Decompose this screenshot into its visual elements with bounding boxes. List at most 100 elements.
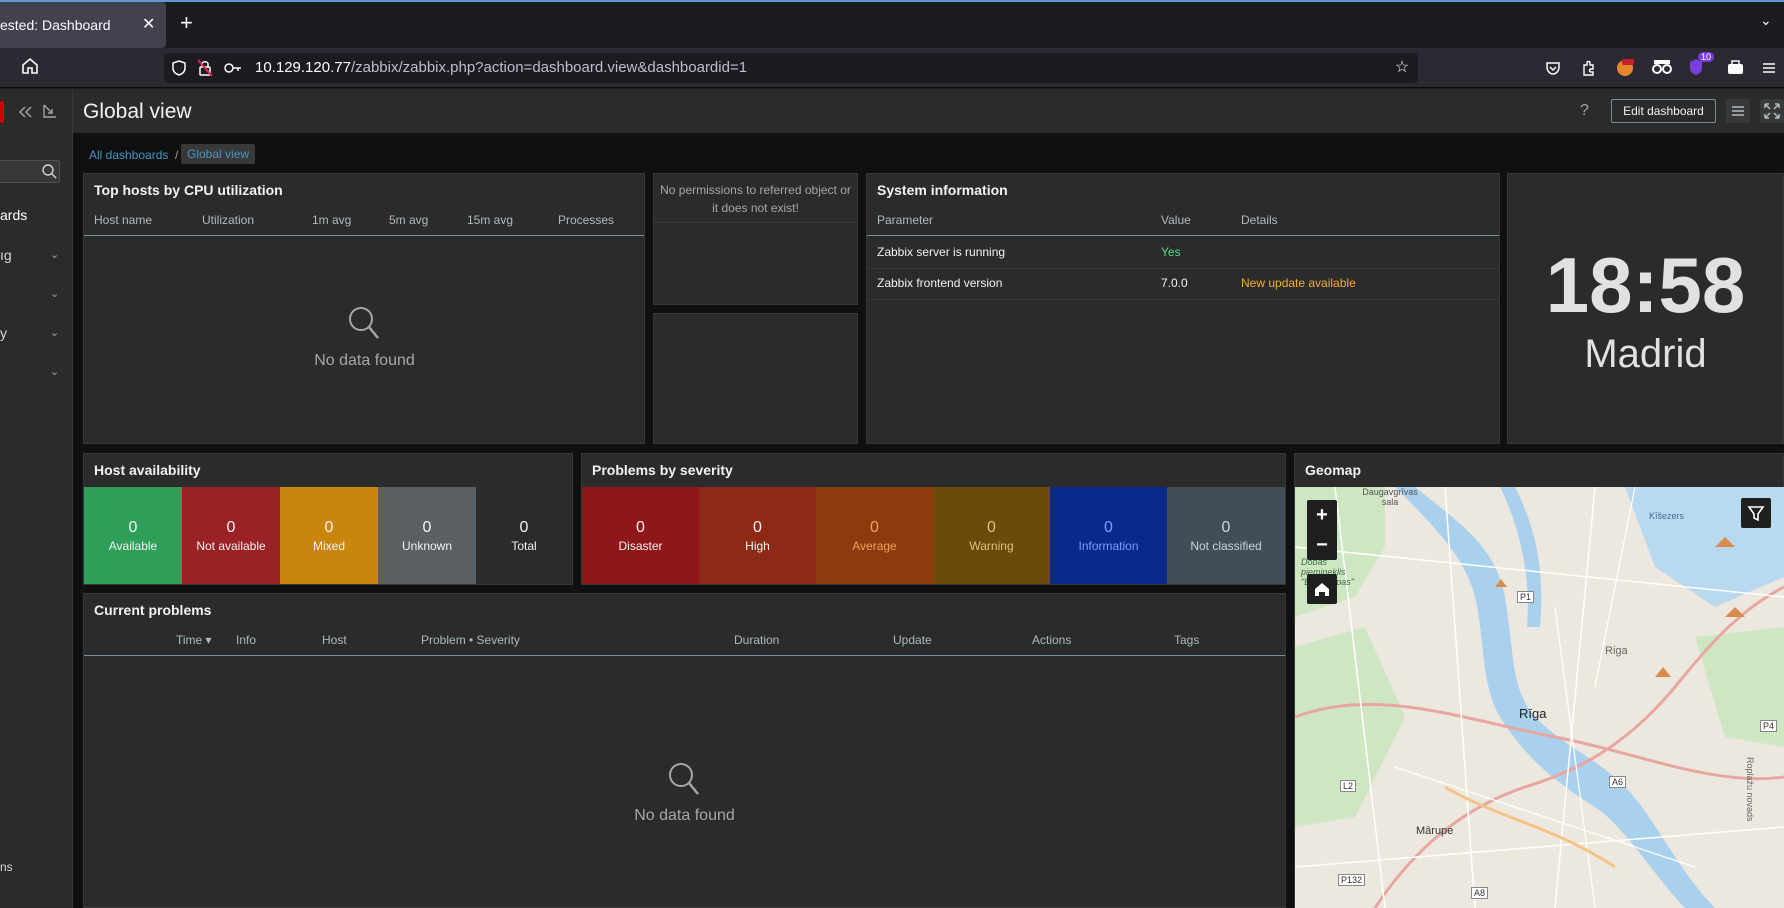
count: 0	[870, 518, 879, 536]
system-info-param: Zabbix frontend version	[877, 276, 1003, 290]
map-navigation-widget	[653, 313, 858, 444]
label: Average	[852, 538, 897, 553]
zoom-out-button[interactable]: −	[1307, 530, 1337, 560]
availability-not-available[interactable]: 0 Not available	[182, 487, 280, 584]
label: Unknown	[401, 538, 453, 553]
map-home-icon[interactable]	[1307, 574, 1337, 604]
sidebar-item-integrations[interactable]: ns	[0, 860, 13, 874]
column-header-time[interactable]: Time ▾	[176, 633, 212, 647]
kiosk-mode-icon[interactable]	[1760, 99, 1784, 123]
column-header: Info	[236, 633, 257, 647]
extension-shield-icon[interactable]: 10	[1686, 52, 1715, 78]
browser-tab[interactable]: ested: Dashboard ✕	[0, 2, 166, 48]
widget-title: System information	[877, 182, 1008, 198]
column-header[interactable]: Host name	[94, 213, 152, 227]
availability-available[interactable]: 0 Available	[84, 487, 182, 584]
column-header[interactable]: Utilization	[202, 213, 254, 227]
column-header: Duration	[734, 633, 780, 647]
extension-container-icon[interactable]	[1724, 57, 1746, 79]
bookmark-star-icon[interactable]: ☆	[1391, 57, 1413, 79]
chevron-down-icon: ⌄	[50, 366, 60, 378]
breadcrumb-separator: /	[175, 148, 179, 162]
count: 0	[422, 518, 432, 536]
severity-information[interactable]: 0 Information	[1050, 487, 1167, 584]
label: Available	[108, 538, 158, 553]
edit-dashboard-button[interactable]: Edit dashboard	[1611, 99, 1716, 123]
chevron-down-icon: ⌄	[50, 249, 60, 261]
page-title: Global view	[83, 100, 192, 123]
city-label: Mārupe	[1416, 825, 1454, 837]
page-header	[73, 89, 1784, 133]
column-header[interactable]: Processes	[558, 213, 614, 227]
extensions-puzzle-icon[interactable]	[1578, 57, 1600, 79]
search-icon	[668, 762, 700, 796]
dashboard-actions-menu-icon[interactable]	[1726, 99, 1750, 123]
column-header: Value	[1161, 213, 1191, 227]
map-label: Roplažu novads	[1745, 757, 1755, 822]
insecure-lock-icon[interactable]	[196, 58, 214, 78]
collapse-sidebar-icon[interactable]	[17, 104, 33, 120]
severity-high[interactable]: 0 High	[699, 487, 816, 584]
search-icon[interactable]	[41, 163, 57, 179]
url-host: 10.129.120.77	[255, 59, 351, 76]
severity-warning[interactable]: 0 Warning	[933, 487, 1050, 584]
column-header[interactable]: 1m avg	[312, 213, 351, 227]
widget-title: Host availability	[94, 462, 201, 478]
availability-mixed[interactable]: 0 Mixed	[280, 487, 378, 584]
geomap-canvas[interactable]: Daugavgrīvas sala Kīšezers Dobas piemine…	[1295, 487, 1784, 908]
map-tiles	[1295, 487, 1784, 908]
count: 0	[226, 518, 236, 536]
count: 0	[987, 518, 996, 536]
sidebar-item-dashboards[interactable]: ards	[0, 207, 27, 223]
search-icon	[348, 306, 380, 340]
url-text[interactable]: 10.129.120.77/zabbix/zabbix.php?action=d…	[255, 59, 747, 76]
extension-spy-icon[interactable]	[1650, 56, 1674, 78]
tab-list-chevron-icon[interactable]: ⌄	[1760, 12, 1772, 29]
divider	[654, 222, 857, 223]
severity-not-classified[interactable]: 0 Not classified	[1167, 487, 1285, 584]
label: Warning	[969, 538, 1014, 553]
home-icon[interactable]	[20, 56, 40, 76]
sidebar-item-monitoring[interactable]: ıg	[0, 247, 12, 263]
system-info-value: 7.0.0	[1161, 276, 1188, 290]
count: 0	[324, 518, 334, 536]
chevron-down-icon: ⌄	[50, 327, 60, 339]
zabbix-logo	[0, 101, 4, 123]
map-label: Kīšezers	[1649, 511, 1685, 521]
new-tab-icon[interactable]: +	[180, 12, 193, 34]
road-sign: L2	[1340, 780, 1357, 792]
chevron-down-icon: ⌄	[50, 288, 60, 300]
sidebar-item-inventory[interactable]: y	[0, 325, 7, 341]
shield-icon[interactable]	[170, 59, 188, 77]
no-data-text: No data found	[314, 352, 415, 369]
extension-fox-icon[interactable]	[1614, 56, 1636, 78]
label: Total	[511, 538, 537, 553]
widget-title: Geomap	[1305, 462, 1362, 478]
column-header[interactable]: 15m avg	[467, 213, 513, 227]
kiosk-sidebar-icon[interactable]	[42, 103, 58, 119]
update-available-text: New update available	[1241, 276, 1356, 290]
column-header[interactable]: 5m avg	[389, 213, 428, 227]
severity-disaster[interactable]: 0 Disaster	[582, 487, 699, 584]
map-label: Daugavgrīvas sala	[1362, 487, 1418, 507]
row-divider	[867, 299, 1499, 300]
availability-unknown[interactable]: 0 Unknown	[378, 487, 476, 584]
no-data-text: No data found	[634, 807, 735, 824]
breadcrumb-current[interactable]: Global view	[181, 144, 256, 164]
availability-total[interactable]: 0 Total	[476, 487, 572, 584]
label: Not available	[196, 538, 266, 553]
browser-tab-bar	[0, 0, 1784, 48]
count: 0	[1104, 518, 1113, 536]
tab-close-icon[interactable]: ✕	[142, 14, 155, 34]
map-label: Riga	[1605, 645, 1628, 657]
pocket-icon[interactable]	[1542, 57, 1564, 79]
key-icon[interactable]	[223, 59, 243, 77]
help-icon[interactable]: ?	[1580, 102, 1589, 120]
clock-location: Madrid	[1584, 332, 1707, 376]
app-menu-hamburger-icon[interactable]	[1760, 59, 1778, 77]
filter-icon[interactable]	[1741, 498, 1771, 528]
road-sign: P4	[1760, 720, 1778, 732]
breadcrumb-all-dashboards[interactable]: All dashboards	[89, 148, 168, 162]
zoom-in-button[interactable]: +	[1307, 500, 1337, 530]
severity-average[interactable]: 0 Average	[816, 487, 933, 584]
